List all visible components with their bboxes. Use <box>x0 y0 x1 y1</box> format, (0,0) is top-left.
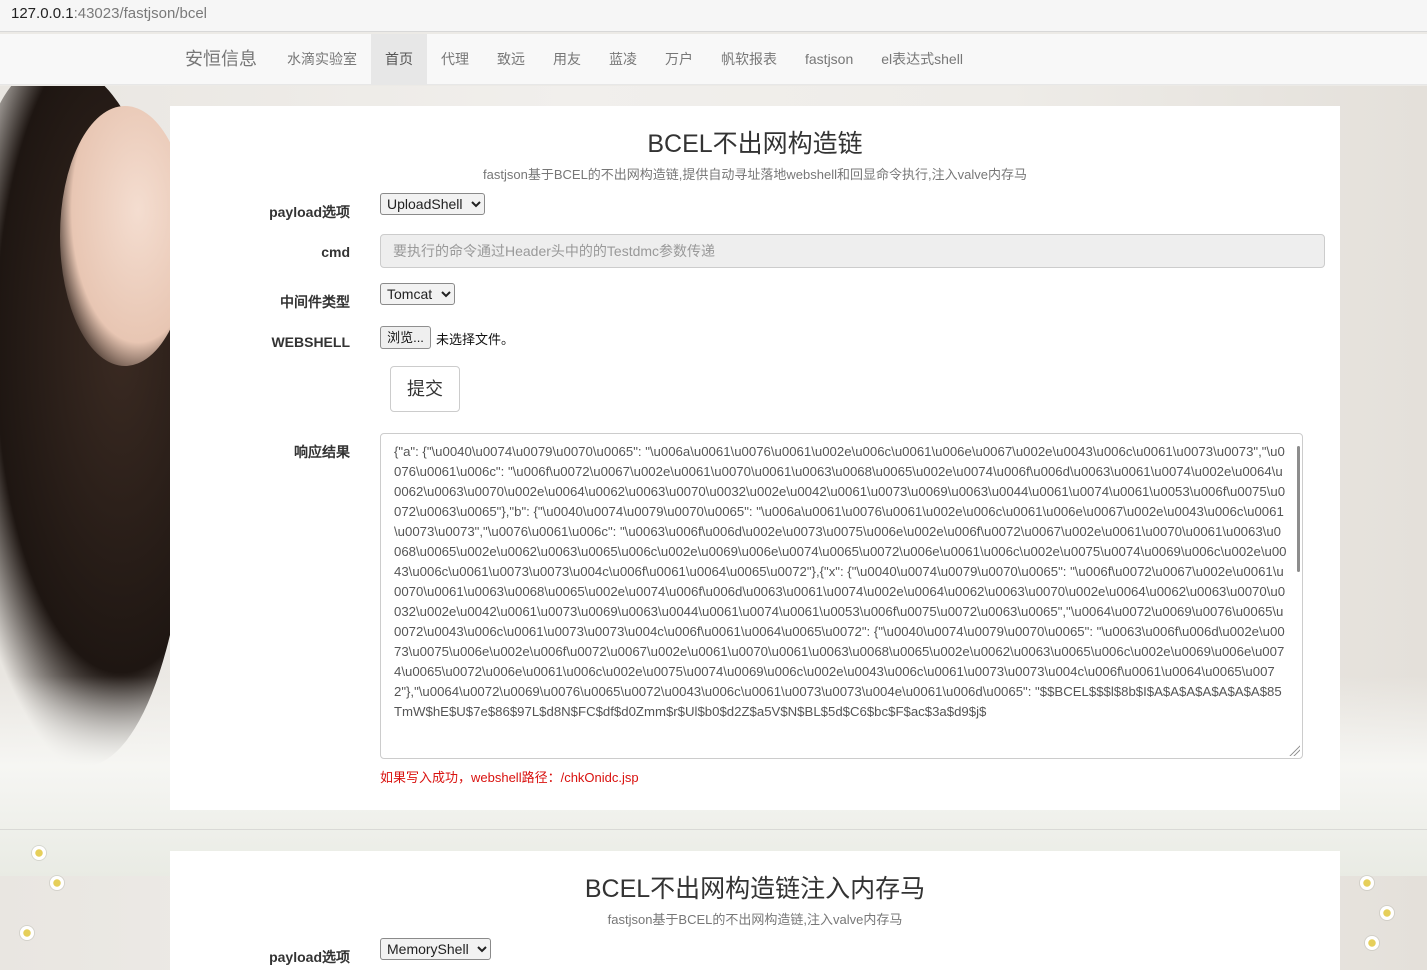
flower-decoration <box>1365 936 1379 950</box>
nav-menu: 水滴实验室 首页 代理 致远 用友 蓝凌 万户 帆软报表 fastjson el… <box>273 34 977 85</box>
flower-decoration <box>20 926 34 940</box>
file-status-text: 未选择文件。 <box>436 332 515 347</box>
flower-decoration <box>32 846 46 860</box>
payload-select[interactable]: MemoryShell <box>380 938 491 960</box>
browse-file-button[interactable]: 浏览... <box>380 326 431 349</box>
response-textarea[interactable]: {"a": {"\u0040\u0074\u0079\u0070\u0065":… <box>380 433 1303 759</box>
payload-label: payload选项 <box>269 204 350 220</box>
flower-decoration <box>1360 876 1374 890</box>
address-bar[interactable]: 127.0.0.1:43023/fastjson/bcel <box>0 0 1427 32</box>
top-navbar: 安恒信息 水滴实验室 首页 代理 致远 用友 蓝凌 万户 帆软报表 fastjs… <box>0 34 1427 85</box>
nav-item-proxy[interactable]: 代理 <box>427 34 483 85</box>
payload-label: payload选项 <box>269 949 350 965</box>
nav-item-finereport[interactable]: 帆软报表 <box>707 34 791 85</box>
nav-item-fastjson[interactable]: fastjson <box>791 34 867 85</box>
payload-select[interactable]: UploadShell <box>380 193 485 215</box>
nav-item-home[interactable]: 首页 <box>371 34 427 85</box>
nav-item-seeyon[interactable]: 致远 <box>483 34 539 85</box>
webshell-path-tip: 如果写入成功，webshell路径：/chkOnidc.jsp <box>380 770 639 785</box>
section-subtitle: fastjson基于BCEL的不出网构造链,注入valve内存马 <box>607 912 903 927</box>
cmd-label: cmd <box>321 244 350 260</box>
nav-item-yonyou[interactable]: 用友 <box>539 34 595 85</box>
textarea-resize-handle[interactable] <box>1288 744 1300 756</box>
nav-item-wanhu[interactable]: 万户 <box>651 34 707 85</box>
middleware-select[interactable]: Tomcat <box>380 283 455 305</box>
section-title: BCEL不出网构造链 <box>647 130 863 158</box>
submit-button[interactable]: 提交 <box>390 366 460 412</box>
address-host: 127.0.0.1 <box>11 5 74 22</box>
background-divider <box>0 829 1427 830</box>
nav-item-shuidi-lab[interactable]: 水滴实验室 <box>273 34 371 85</box>
address-path: :43023/fastjson/bcel <box>73 5 207 22</box>
webshell-label: WEBSHELL <box>271 334 350 350</box>
flower-decoration <box>50 876 64 890</box>
section-title: BCEL不出网构造链注入内存马 <box>584 875 926 903</box>
nav-item-el-shell[interactable]: el表达式shell <box>867 34 977 85</box>
section-subtitle: fastjson基于BCEL的不出网构造链,提供自动寻址落地webshell和回… <box>483 167 1027 182</box>
response-scrollbar[interactable] <box>1297 446 1300 572</box>
response-label: 响应结果 <box>294 444 350 460</box>
flower-decoration <box>1380 906 1394 920</box>
middleware-label: 中间件类型 <box>280 294 350 310</box>
nav-item-landray[interactable]: 蓝凌 <box>595 34 651 85</box>
bcel-memshell-panel: BCEL不出网构造链注入内存马 fastjson基于BCEL的不出网构造链,注入… <box>170 851 1340 970</box>
brand-logo[interactable]: 安恒信息 <box>185 34 257 85</box>
bcel-upload-panel: BCEL不出网构造链 fastjson基于BCEL的不出网构造链,提供自动寻址落… <box>170 106 1340 810</box>
cmd-input[interactable] <box>380 234 1325 268</box>
